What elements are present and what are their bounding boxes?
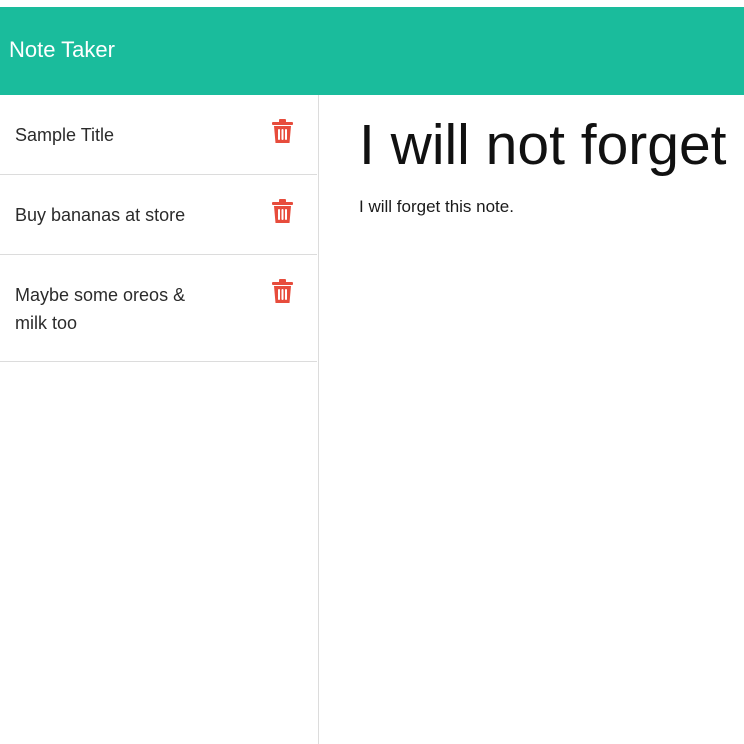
note-list-item[interactable]: Buy bananas at store [0,174,317,254]
note-list: Sample Title Buy bananas at store Maybe … [0,95,317,362]
delete-note-button[interactable] [272,199,293,223]
notes-sidebar: Sample Title Buy bananas at store Maybe … [0,95,319,744]
note-text-display[interactable]: I will forget this note. [359,195,514,219]
note-title: Maybe some oreos & milk too [15,285,186,333]
note-title: Sample Title [15,125,115,145]
note-title: Buy bananas at store [15,205,186,225]
trash-icon [272,199,293,223]
delete-note-button[interactable] [272,119,293,143]
note-list-item[interactable]: Sample Title [0,95,317,174]
trash-icon [272,279,293,303]
top-strip [0,0,744,7]
note-view: I will not forget I will forget this not… [319,95,744,744]
delete-note-button[interactable] [272,279,293,303]
note-title-display[interactable]: I will not forget [359,111,727,179]
note-list-item[interactable]: Maybe some oreos & milk too [0,254,317,361]
navbar: Note Taker [0,7,744,95]
app-title[interactable]: Note Taker [9,37,115,63]
trash-icon [272,119,293,143]
